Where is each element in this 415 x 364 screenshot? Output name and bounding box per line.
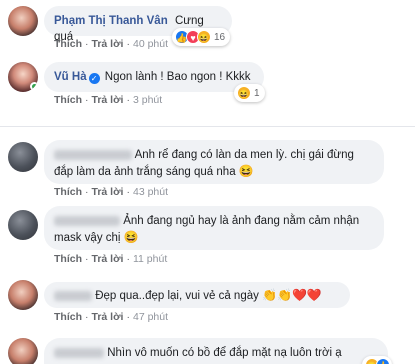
commenter-name[interactable]: Phạm Thị Thanh Vân — [54, 15, 168, 27]
avatar[interactable] — [8, 210, 38, 240]
like-link[interactable]: Thích — [54, 38, 82, 50]
comment-text: Nhìn vô muốn có bồ để đắp mặt nạ luôn tr… — [107, 347, 342, 359]
haha-reaction-icon: 😆 — [237, 86, 251, 100]
comment-time[interactable]: 3 phút — [133, 94, 162, 106]
avatar[interactable] — [8, 62, 38, 92]
comment-actions: Thích · Trả lời · 11 phút — [54, 253, 168, 265]
comment-bubble: Ảnh đang ngủ hay là ảnh đang nằm cảm nhậ… — [44, 206, 384, 250]
comment-text: Ngon lành ! Bao ngon ! Kkkk — [104, 71, 251, 83]
comment-actions: Thích · Trả lời · 40 phút — [54, 38, 169, 50]
commenter-name-blurred[interactable] — [54, 149, 132, 160]
avatar[interactable] — [8, 6, 38, 36]
avatar[interactable] — [8, 338, 38, 364]
commenter-name-blurred[interactable] — [54, 215, 120, 226]
comment-time[interactable]: 11 phút — [133, 253, 167, 265]
reaction-summary[interactable]: 😆 👍 — [362, 356, 392, 364]
like-link[interactable]: Thích — [54, 94, 82, 106]
like-link[interactable]: Thích — [54, 186, 82, 198]
commenter-name-blurred[interactable] — [54, 347, 104, 358]
comment-bubble: Đẹp qua..đẹp lại, vui vẻ cả ngày 👏👏❤️❤️ — [44, 282, 350, 308]
reaction-count: 1 — [254, 87, 260, 99]
comment-bubble: Nhìn vô muốn có bồ để đắp mặt nạ luôn tr… — [44, 338, 388, 364]
reaction-count: 16 — [214, 31, 226, 43]
laughing-emoji-icon: 😆 — [123, 230, 139, 244]
like-link[interactable]: Thích — [54, 311, 82, 323]
online-status-icon — [30, 82, 38, 91]
comment-actions: Thích · Trả lời · 43 phút — [54, 186, 169, 198]
laughing-emoji-icon: 😆 — [238, 164, 254, 178]
reply-link[interactable]: Trả lời — [92, 311, 124, 323]
comment-text: Đẹp qua..đẹp lại, vui vẻ cả ngày — [95, 290, 259, 302]
comment-time[interactable]: 43 phút — [133, 186, 168, 198]
like-reaction-icon: 👍 — [376, 358, 390, 364]
comment-time[interactable]: 40 phút — [133, 38, 168, 50]
comment-actions: Thích · Trả lời · 3 phút — [54, 94, 163, 106]
comment-bubble: Anh rể đang có làn da men lỳ. chị gái đừ… — [44, 140, 384, 184]
verified-badge-icon: ✓ — [88, 73, 100, 84]
reaction-summary[interactable]: 👍 ♥ 😆 16 — [172, 28, 231, 46]
comment-bubble: Vũ Hà ✓ Ngon lành ! Bao ngon ! Kkkk — [44, 62, 264, 92]
clap-heart-emoji-icon: 👏👏❤️❤️ — [262, 288, 322, 302]
reply-link[interactable]: Trả lời — [92, 94, 124, 106]
commenter-name[interactable]: Vũ Hà — [54, 71, 87, 83]
reply-link[interactable]: Trả lời — [92, 186, 124, 198]
like-link[interactable]: Thích — [54, 253, 82, 265]
commenter-name-blurred[interactable] — [54, 290, 92, 301]
reaction-summary[interactable]: 😆 1 — [234, 84, 265, 102]
comment-time[interactable]: 47 phút — [133, 311, 168, 323]
reply-link[interactable]: Trả lời — [92, 38, 124, 50]
haha-reaction-icon: 😆 — [197, 30, 211, 44]
avatar[interactable] — [8, 280, 38, 310]
avatar[interactable] — [8, 142, 38, 172]
comment-actions: Thích · Trả lời · 47 phút — [54, 311, 169, 323]
divider — [0, 126, 415, 127]
reply-link[interactable]: Trả lời — [92, 253, 124, 265]
